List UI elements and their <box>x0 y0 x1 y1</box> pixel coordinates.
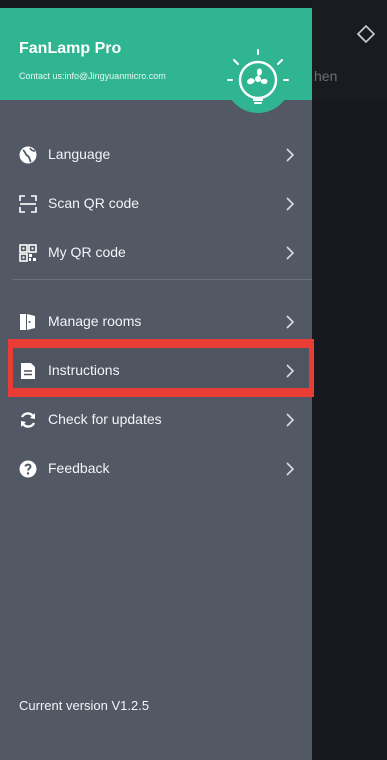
menu-item-language[interactable]: Language <box>0 131 312 180</box>
chevron-right-icon <box>283 313 297 331</box>
document-icon <box>18 361 38 381</box>
version-label: Current version V1.2.5 <box>19 698 150 713</box>
chevron-right-icon <box>283 411 297 429</box>
contact-email: Contact us:info@Jingyuanmicro.com <box>19 71 166 81</box>
menu-divider <box>12 279 312 280</box>
menu-item-instructions[interactable]: Instructions <box>0 347 312 396</box>
background-partial-label: hen <box>314 68 338 84</box>
eraser-icon[interactable] <box>354 20 378 44</box>
question-icon <box>18 459 38 479</box>
menu-item-label: Language <box>48 146 111 162</box>
menu-item-feedback[interactable]: Feedback <box>0 445 312 494</box>
scan-icon <box>18 194 38 214</box>
chevron-right-icon <box>283 195 297 213</box>
chevron-right-icon <box>283 244 297 262</box>
chevron-right-icon <box>283 362 297 380</box>
menu-item-label: Check for updates <box>48 411 162 427</box>
menu-item-my-qr[interactable]: My QR code <box>0 229 312 278</box>
menu-item-label: Instructions <box>48 362 120 378</box>
menu-item-label: Feedback <box>48 460 110 476</box>
fan-lamp-logo-icon <box>224 46 292 114</box>
background-toolbar <box>312 0 387 100</box>
menu-item-label: My QR code <box>48 244 126 260</box>
chevron-right-icon <box>283 146 297 164</box>
menu-item-scan-qr[interactable]: Scan QR code <box>0 180 312 229</box>
qr-code-icon <box>18 243 38 263</box>
door-icon <box>18 312 38 332</box>
app-name: FanLamp Pro <box>19 40 122 57</box>
menu-item-check-updates[interactable]: Check for updates <box>0 396 312 445</box>
globe-icon <box>18 145 38 165</box>
chevron-right-icon <box>283 460 297 478</box>
refresh-icon <box>18 410 38 430</box>
menu-item-label: Scan QR code <box>48 195 140 211</box>
menu-item-label: Manage rooms <box>48 313 142 329</box>
